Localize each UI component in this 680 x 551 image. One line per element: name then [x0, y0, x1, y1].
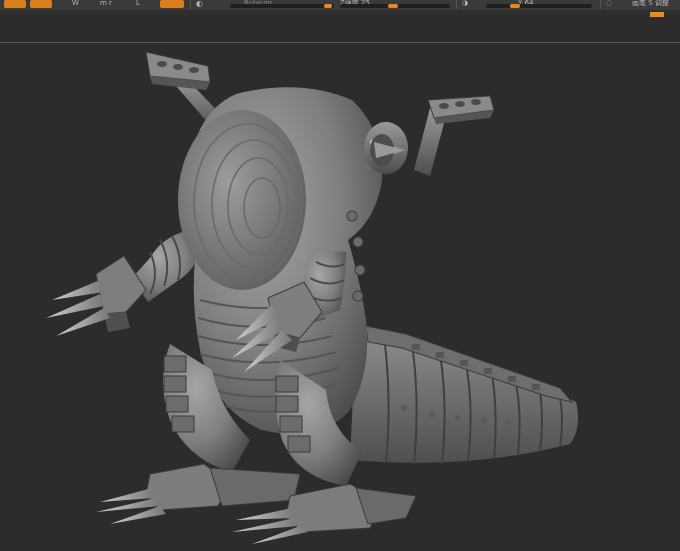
left-arm	[46, 232, 200, 336]
draw-size-slider[interactable]	[486, 4, 592, 8]
top-toolbar: W m r L ◐ Rubicon Z强度 25 ◑ Y 64 ◌ 画笔 S 调…	[0, 0, 680, 10]
move-tool-label[interactable]: W	[72, 0, 79, 8]
rotate-tool-label[interactable]: L	[136, 0, 140, 8]
status-strip	[0, 10, 680, 18]
rgb-intensity-slider[interactable]	[230, 4, 334, 8]
toolbar-separator	[190, 0, 191, 9]
draw-size-knob[interactable]	[510, 4, 520, 8]
mrgb-button[interactable]	[160, 0, 184, 8]
rgb-intensity-knob[interactable]	[324, 4, 332, 8]
brush-adjust-label: 画笔 S 调整	[632, 0, 669, 7]
shoulder-cannon	[364, 122, 408, 174]
toolbar-separator	[456, 0, 457, 9]
3d-viewport-canvas[interactable]	[0, 43, 680, 551]
material-sphere-icon[interactable]: ◐	[196, 0, 203, 8]
zbrush-window: W m r L ◐ Rubicon Z强度 25 ◑ Y 64 ◌ 画笔 S 调…	[0, 0, 680, 551]
dynamic-icon[interactable]: ◌	[606, 0, 612, 8]
right-antenna	[414, 95, 495, 176]
scale-tool-label[interactable]: m r	[100, 0, 112, 8]
monster-sculpt-model[interactable]	[46, 51, 578, 544]
segmented-tail	[350, 325, 578, 465]
draw-mode-button[interactable]	[4, 0, 26, 8]
activity-indicator	[650, 12, 664, 17]
toolbar-separator	[600, 0, 601, 9]
z-intensity-knob[interactable]	[388, 4, 398, 8]
z-intensity-slider[interactable]	[340, 4, 450, 8]
focal-shift-icon[interactable]: ◑	[462, 0, 468, 8]
edit-mode-button[interactable]	[30, 0, 52, 8]
